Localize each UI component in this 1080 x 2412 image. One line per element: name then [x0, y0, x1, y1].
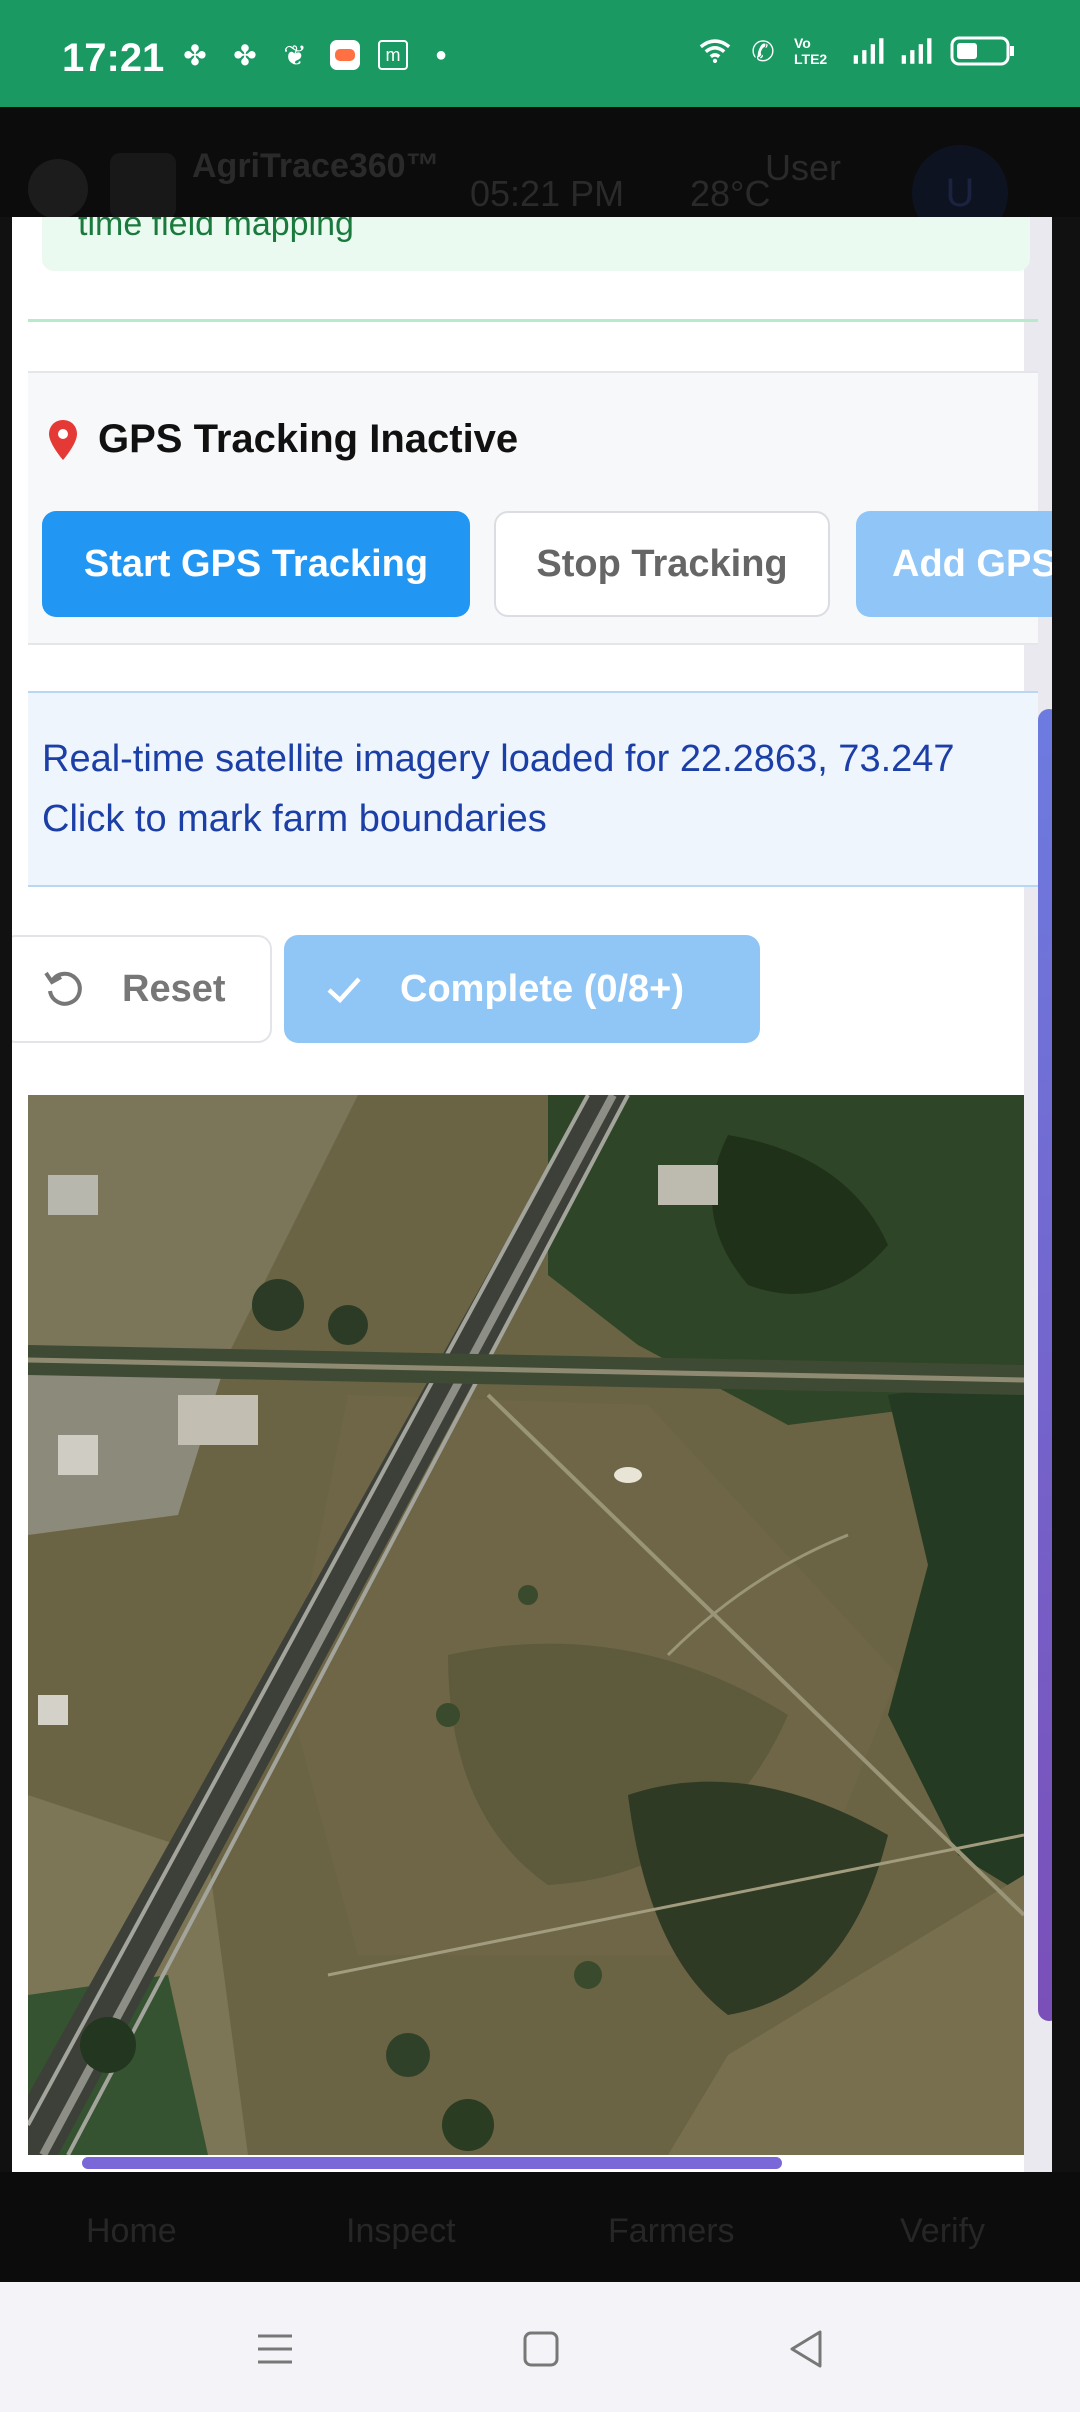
status-bar: 17:21 ✤ ✤ ❦ m ● ✆ Vo LTE2 — [0, 0, 1080, 107]
nav-home[interactable]: Home — [86, 2212, 177, 2251]
start-gps-tracking-button[interactable]: Start GPS Tracking — [42, 511, 470, 617]
satellite-instruction-line: Click to mark farm boundaries — [42, 798, 547, 840]
horizontal-scrollbar[interactable] — [82, 2157, 782, 2169]
game-icon — [328, 38, 362, 72]
home-square-icon[interactable] — [516, 2324, 566, 2374]
nav-farmers[interactable]: Farmers — [608, 2212, 735, 2251]
system-navigation-bar — [0, 2282, 1080, 2412]
app-logo-icon — [28, 159, 88, 219]
back-triangle-icon[interactable] — [782, 2324, 832, 2374]
battery-icon — [948, 34, 1018, 68]
gps-tracking-section: GPS Tracking Inactive Start GPS Tracking… — [28, 371, 1052, 645]
signal-icon — [900, 34, 934, 68]
header-time: 05:21 PM — [470, 173, 625, 214]
vertical-scrollbar[interactable] — [1038, 709, 1052, 2021]
volte-icon: Vo LTE2 — [794, 35, 828, 67]
complete-button[interactable]: Complete (0/8+) — [284, 935, 760, 1043]
satellite-imagery[interactable] — [28, 1095, 1024, 2155]
signal-icon — [852, 34, 886, 68]
reset-button[interactable]: Reset — [12, 935, 272, 1043]
complete-label: Complete (0/8+) — [400, 967, 685, 1010]
satellite-info-line: Real-time satellite imagery loaded for 2… — [42, 738, 955, 780]
app-title: AgriTrace360™ — [192, 147, 440, 185]
reset-icon — [44, 971, 82, 1006]
app-header: AgriTrace360™ 05:21 PM 28°C User U — [0, 107, 1080, 241]
leaf-icon: ❦ — [283, 39, 307, 71]
notification-icons: ✤ ✤ ❦ m ● — [178, 38, 458, 72]
wifi-call-icon: ✆ — [751, 35, 775, 67]
add-gps-point-button[interactable]: Add GPS — [856, 511, 1052, 617]
fan-icon: ✤ — [183, 39, 207, 71]
dot-icon: ● — [434, 43, 448, 66]
fan-icon: ✤ — [233, 39, 257, 71]
field-mapping-modal: time field mapping GPS Tracking Inactive… — [12, 217, 1052, 2172]
check-icon — [327, 977, 361, 1004]
header-user-label: User — [765, 147, 842, 188]
gps-status-text: GPS Tracking Inactive — [98, 417, 519, 461]
system-icons: ✆ Vo LTE2 — [698, 34, 1018, 68]
reset-label: Reset — [122, 967, 226, 1010]
header-temperature: 28°C — [690, 173, 771, 214]
gps-status: GPS Tracking Inactive — [46, 417, 518, 462]
location-pin-icon — [49, 419, 77, 460]
menu-icon[interactable] — [250, 2324, 300, 2374]
satellite-map[interactable] — [28, 1095, 1024, 2155]
divider — [28, 319, 1038, 322]
satellite-info-banner: Real-time satellite imagery loaded for 2… — [28, 691, 1038, 887]
mapping-info-banner: time field mapping — [42, 217, 1030, 271]
wifi-icon — [698, 34, 732, 68]
grid-icon[interactable] — [110, 153, 176, 219]
nav-inspect[interactable]: Inspect — [346, 2212, 456, 2251]
stop-tracking-button[interactable]: Stop Tracking — [494, 511, 830, 617]
bottom-navigation: Home Inspect Farmers Verify — [0, 2172, 1080, 2282]
app-m-icon: m — [378, 40, 408, 70]
mapping-info-text: time field mapping — [78, 217, 354, 243]
nav-verify[interactable]: Verify — [900, 2212, 985, 2251]
status-time: 17:21 — [62, 36, 165, 80]
